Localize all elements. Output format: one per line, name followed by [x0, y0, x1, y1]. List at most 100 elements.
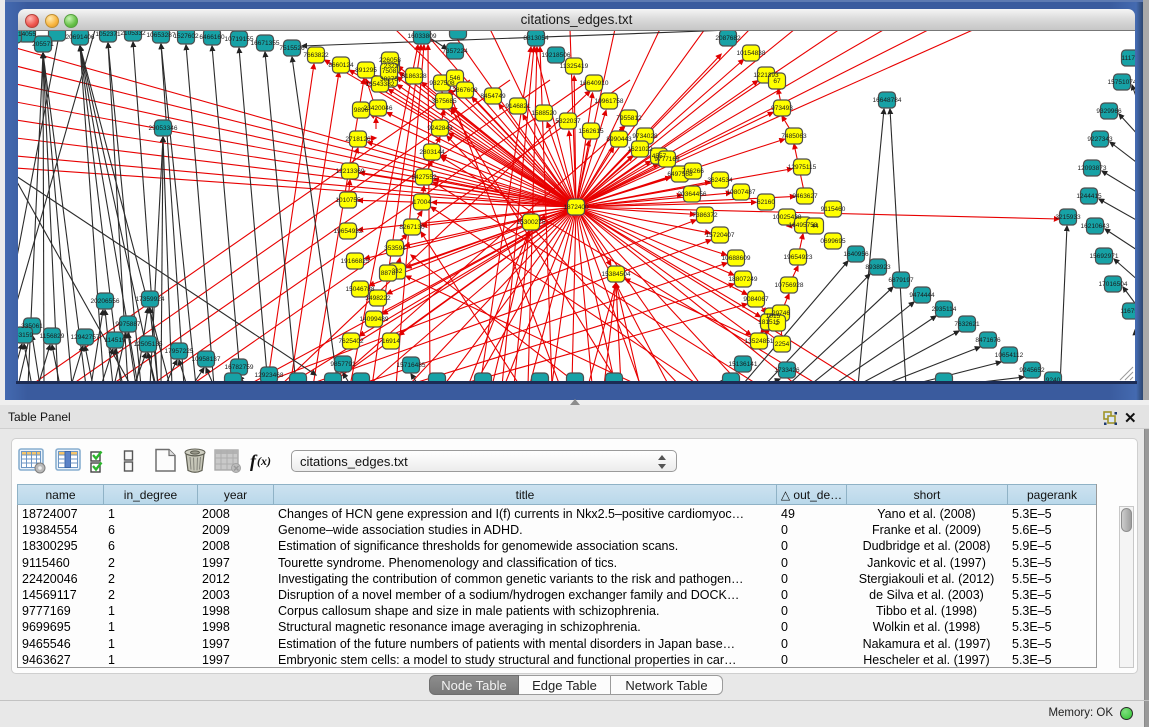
svg-text:5322037: 5322037	[555, 118, 581, 125]
svg-text:15692971: 15692971	[1090, 253, 1119, 260]
svg-text:9242843: 9242843	[427, 125, 453, 132]
svg-text:17004: 17004	[413, 199, 431, 206]
svg-text:9084067: 9084067	[743, 296, 769, 303]
svg-text:33159: 33159	[18, 332, 33, 339]
svg-text:8267130: 8267130	[399, 224, 425, 231]
svg-text:10958137: 10958137	[192, 356, 221, 363]
svg-text:7508: 7508	[382, 68, 397, 75]
svg-text:19654932: 19654932	[334, 228, 363, 235]
svg-text:8427552: 8427552	[411, 174, 437, 181]
svg-text:12093873: 12093873	[1078, 165, 1107, 172]
svg-text:9857791: 9857791	[330, 361, 356, 368]
svg-text:9975887: 9975887	[115, 321, 141, 328]
svg-text:0699695: 0699695	[820, 238, 846, 245]
svg-text:12975115: 12975115	[788, 164, 817, 171]
svg-text:2803144: 2803144	[419, 149, 445, 156]
svg-text:2867608: 2867608	[452, 87, 478, 94]
svg-text:16782759: 16782759	[225, 364, 254, 371]
svg-text:10654112: 10654112	[995, 352, 1024, 359]
svg-text:3498222: 3498222	[365, 295, 391, 302]
svg-text:8186328: 8186328	[401, 73, 427, 80]
svg-text:12213369: 12213369	[336, 168, 365, 175]
svg-text:10653287: 10653287	[147, 32, 176, 39]
svg-text:2: 2	[775, 320, 779, 327]
svg-text:14055: 14055	[18, 31, 36, 38]
svg-text:1640956: 1640956	[843, 251, 869, 258]
svg-text:16210643: 16210643	[1081, 223, 1110, 230]
svg-text:2718126: 2718126	[345, 136, 371, 143]
svg-text:8878: 8878	[381, 270, 396, 277]
svg-text:7515526: 7515526	[279, 45, 305, 52]
svg-text:353594: 353594	[384, 245, 406, 252]
svg-text:15136141: 15136141	[729, 361, 758, 368]
svg-text:7386372: 7386372	[692, 212, 718, 219]
svg-text:67: 67	[773, 78, 781, 85]
svg-text:1872400: 1872400	[563, 204, 589, 211]
svg-text:6466160: 6466160	[199, 34, 225, 41]
svg-text:9245652: 9245652	[1019, 367, 1045, 374]
svg-text:9146821: 9146821	[505, 103, 531, 110]
svg-text:15384504: 15384504	[602, 271, 631, 278]
svg-text:9474444: 9474444	[909, 292, 935, 299]
svg-text:3675685: 3675685	[431, 98, 457, 105]
svg-text:11174: 11174	[1121, 55, 1135, 62]
svg-text:1244415: 1244415	[1076, 193, 1102, 200]
svg-text:3215933: 3215933	[1055, 214, 1081, 221]
svg-text:7625402: 7625402	[338, 338, 364, 345]
svg-text:20206556: 20206556	[91, 298, 120, 305]
svg-text:1562615: 1562615	[578, 128, 604, 135]
svg-text:10756928: 10756928	[775, 282, 804, 289]
svg-text:9896: 9896	[354, 107, 369, 114]
svg-text:20364456: 20364456	[678, 191, 707, 198]
svg-text:19218506: 19218506	[542, 52, 571, 59]
svg-text:10025438: 10025438	[773, 214, 802, 221]
svg-text:12505135: 12505135	[134, 341, 163, 348]
svg-text:10154838: 10154838	[737, 50, 766, 57]
svg-text:2254: 2254	[775, 341, 790, 348]
svg-text:10961758: 10961758	[595, 98, 624, 105]
svg-text:1010755: 1010755	[335, 197, 361, 204]
svg-text:335061: 335061	[21, 323, 43, 330]
svg-text:20746: 20746	[772, 310, 790, 317]
svg-text:9329966: 9329966	[1096, 108, 1122, 115]
svg-text:7663822: 7663822	[303, 52, 329, 59]
svg-text:8454749: 8454749	[480, 93, 506, 100]
svg-text:1621022: 1621022	[627, 146, 653, 153]
svg-text:116753: 116753	[1120, 308, 1135, 315]
svg-text:9115460: 9115460	[821, 206, 846, 213]
svg-text:3624534: 3624534	[707, 177, 733, 184]
svg-text:16640910: 16640910	[580, 80, 609, 87]
svg-text:16914: 16914	[382, 338, 400, 345]
svg-text:8471676: 8471676	[975, 337, 1001, 344]
svg-text:15720407: 15720407	[706, 232, 735, 239]
svg-text:15751074: 15751074	[1108, 79, 1135, 86]
svg-text:16648784: 16648784	[873, 97, 902, 104]
svg-text:973493: 973493	[771, 105, 793, 112]
svg-text:1733426: 1733426	[774, 367, 800, 374]
svg-text:13524851: 13524851	[745, 338, 774, 345]
svg-text:1588520: 1588520	[531, 110, 557, 117]
svg-text:12942757: 12942757	[71, 334, 100, 341]
svg-text:2087682: 2087682	[715, 35, 741, 42]
svg-text:15716485: 15716485	[397, 362, 426, 369]
svg-text:10807487: 10807487	[727, 189, 756, 196]
svg-text:1156829: 1156829	[40, 333, 65, 340]
svg-text:746266: 746266	[682, 168, 704, 175]
svg-text:44: 44	[811, 223, 819, 230]
svg-text:29053346: 29053346	[149, 125, 178, 132]
svg-text:9734028: 9734028	[632, 133, 658, 140]
svg-text:8990443: 8990443	[606, 136, 632, 143]
svg-text:7632621: 7632621	[954, 321, 980, 328]
svg-text:205571: 205571	[32, 41, 54, 48]
svg-text:7485063: 7485063	[781, 133, 807, 140]
svg-text:11325419: 11325419	[560, 63, 589, 70]
svg-text:8813054: 8813054	[523, 35, 549, 42]
svg-text:9227343: 9227343	[1087, 136, 1113, 143]
svg-text:17359924: 17359924	[136, 296, 165, 303]
svg-text:2105332: 2105332	[120, 31, 146, 37]
svg-text:15300275: 15300275	[517, 219, 546, 226]
svg-text:19166825: 19166825	[341, 258, 370, 265]
svg-text:10719155: 10719155	[225, 36, 254, 43]
svg-text:8938923: 8938923	[865, 264, 891, 271]
svg-text:15046788: 15046788	[346, 286, 375, 293]
